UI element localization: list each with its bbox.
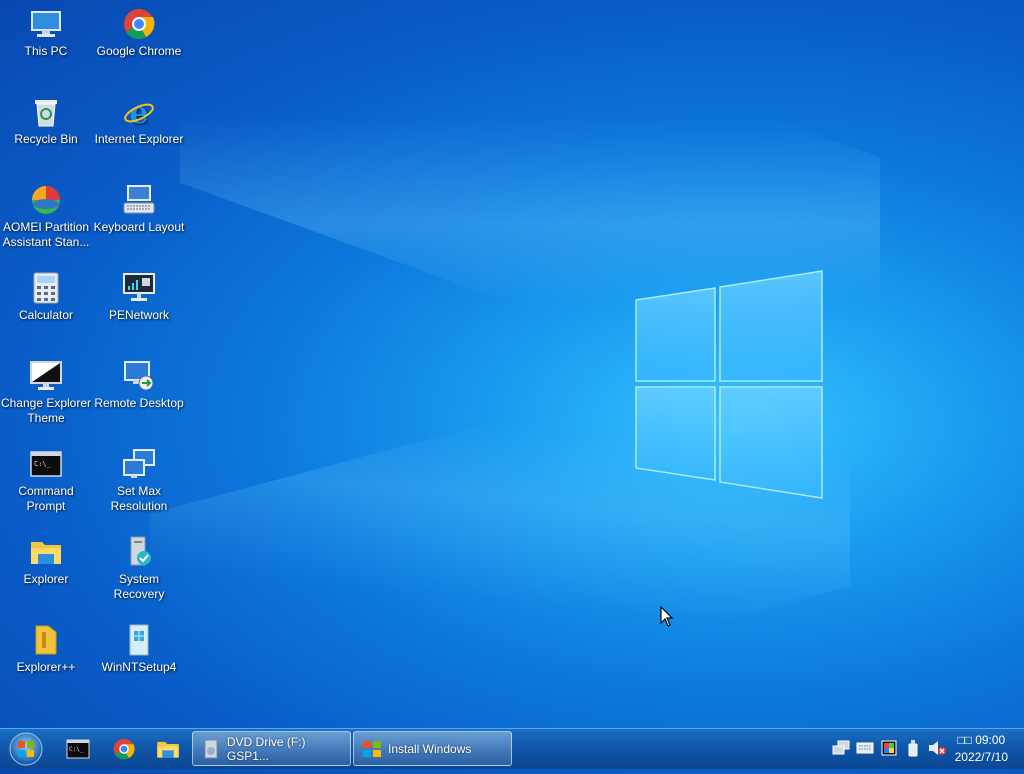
tray-keyboard[interactable] [856,739,874,757]
color-display-icon [881,740,897,756]
desktop-icon-remote-desktop[interactable]: Remote Desktop [92,359,186,411]
desktop-icon-penetwork[interactable]: PENetwork [92,271,186,323]
windows-setup-icon [362,739,382,759]
taskbar-clock[interactable]: □□ 09:00 2022/7/10 [955,732,1008,766]
windows-logo-wallpaper [635,270,823,499]
desktop-icon-change-theme[interactable]: Change Explorer Theme [0,359,93,426]
desktop-icon-label: Recycle Bin [14,132,78,146]
desktop-icon-aomei[interactable]: AOMEI Partition Assistant Stan... [0,183,93,250]
desktop-icon-internet-explorer[interactable]: e Internet Explorer [92,95,186,147]
desktop-icon-label: Internet Explorer [94,132,184,146]
recycle-bin-icon [29,95,63,129]
set-resolution-icon [122,447,156,481]
desktop-icon-set-max-resolution[interactable]: Set Max Resolution [92,447,186,514]
chrome-icon [113,738,135,760]
aomei-partition-icon [29,183,63,217]
desktop-icon-google-chrome[interactable]: Google Chrome [92,7,186,59]
desktop-icon-calculator[interactable]: Calculator [0,271,93,323]
desktop-icon-system-recovery[interactable]: System Recovery [92,535,186,602]
windows-start-icon [9,732,43,766]
taskbar-task-install-windows[interactable]: Install Windows [353,731,512,766]
command-prompt-icon: C:\_ [29,447,63,481]
desktop-icon-label: System Recovery [113,572,165,601]
dvd-drive-icon [201,739,221,759]
taskbar-pin-explorer[interactable] [151,733,185,765]
folder-icon [157,741,179,758]
taskbar-pin-command-prompt[interactable]: C:\_ [61,733,95,765]
desktop-icon-label: Google Chrome [96,44,182,58]
taskbar-pin-chrome[interactable] [107,733,141,765]
explorer-plus-icon [29,623,63,657]
volume-muted-icon [929,741,946,755]
internet-explorer-icon: e [122,95,156,129]
chrome-icon [122,7,156,41]
desktop-icon-command-prompt[interactable]: C:\_ Command Prompt [0,447,93,514]
svg-text:e: e [129,96,148,129]
desktop-icon-recycle-bin[interactable]: Recycle Bin [0,95,93,147]
change-theme-icon [29,359,63,393]
taskbar-task-label: Install Windows [388,741,472,756]
desktop-icon-label: WinNTSetup4 [101,660,177,674]
desktop-icon-label: Remote Desktop [94,396,184,410]
tray-display[interactable] [880,739,898,757]
clock-date: 2022/7/10 [954,750,1008,764]
desktop-icon-label: Set Max Resolution [110,484,168,513]
keyboard-icon [856,742,874,754]
desktop-icon-label: Command Prompt [18,484,74,513]
desktop-icon-label: Change Explorer Theme [0,396,92,425]
clock-time: □□ 09:00 [957,733,1006,747]
desktop-icon-this-pc[interactable]: This PC [0,7,93,59]
svg-text:C:\_: C:\_ [34,460,52,468]
svg-text:C:\_: C:\_ [69,746,84,753]
desktop-icon-label: Keyboard Layout [93,220,185,234]
penetwork-icon [122,271,156,305]
desktop-icon-winntsetup[interactable]: WinNTSetup4 [92,623,186,675]
tray-usb[interactable] [904,739,922,757]
winntsetup-icon [122,623,156,657]
start-button[interactable] [6,731,46,767]
remote-desktop-icon [122,359,156,393]
desktop-icon-explorer-plus[interactable]: Explorer++ [0,623,93,675]
calculator-icon [29,271,63,305]
this-pc-icon [29,7,63,41]
desktop-icon-label: Explorer++ [16,660,76,674]
desktop-icon-label: PENetwork [108,308,170,322]
network-icon [832,740,850,755]
desktop-icon-label: Explorer [23,572,69,586]
command-prompt-icon: C:\_ [66,739,90,759]
mouse-cursor-icon [660,606,674,627]
taskbar-task-label: DVD Drive (F:) GSP1... [226,734,306,763]
desktop-icon-label: This PC [24,44,68,58]
taskbar: C:\_ DVD Drive (F:) GSP1... Install Wind… [0,728,1024,769]
desktop-icon-explorer[interactable]: Explorer [0,535,93,587]
tray-volume[interactable] [928,739,946,757]
tray-network[interactable] [832,739,850,757]
desktop-icon-label: Calculator [18,308,74,322]
desktop-icon-keyboard-layout[interactable]: Keyboard Layout [92,183,186,235]
keyboard-layout-icon [122,183,156,217]
taskbar-task-dvd-drive[interactable]: DVD Drive (F:) GSP1... [192,731,351,766]
desktop-icon-label: AOMEI Partition Assistant Stan... [2,220,90,249]
usb-drive-icon [908,740,918,757]
explorer-icon [29,535,63,569]
system-recovery-icon [122,535,156,569]
